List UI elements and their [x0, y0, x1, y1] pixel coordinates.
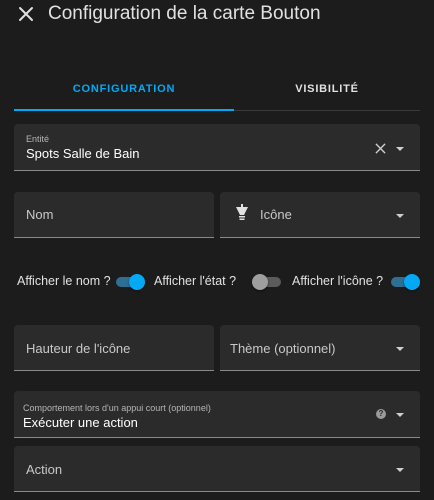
ceiling-light-icon — [236, 204, 248, 220]
show-icon-switch[interactable] — [391, 274, 421, 290]
clear-icon[interactable] — [375, 143, 386, 154]
switch-knob — [404, 274, 420, 290]
chevron-down-icon[interactable] — [396, 214, 404, 218]
theme-placeholder: Thème (optionnel) — [230, 341, 336, 356]
tap-action-picker[interactable]: Comportement lors d'un appui court (opti… — [14, 391, 420, 438]
tab-configuration[interactable]: CONFIGURATION — [14, 66, 234, 110]
dialog-header: Configuration de la carte Bouton — [0, 0, 434, 28]
active-tab-indicator — [14, 109, 234, 111]
icon-picker[interactable]: Icône — [220, 192, 420, 238]
help-icon[interactable]: ? — [376, 409, 386, 419]
name-placeholder: Nom — [26, 207, 54, 222]
entity-picker[interactable]: Entité Spots Salle de Bain — [14, 124, 420, 171]
icon-height-placeholder: Hauteur de l'icône — [26, 341, 131, 356]
icon-height-field[interactable]: Hauteur de l'icône — [14, 325, 214, 371]
name-field[interactable]: Nom — [14, 192, 214, 238]
chevron-down-icon[interactable] — [396, 468, 404, 472]
tab-bar: CONFIGURATION VISIBILITÉ — [14, 66, 420, 111]
entity-label: Entité — [26, 134, 50, 144]
show-icon-label: Afficher l'icône ? — [292, 274, 384, 288]
close-icon[interactable] — [14, 2, 38, 26]
tap-action-label: Comportement lors d'un appui court (opti… — [23, 403, 211, 413]
tap-action-value: Exécuter une action — [23, 415, 138, 430]
theme-picker[interactable]: Thème (optionnel) — [220, 325, 420, 371]
show-state-label: Afficher l'état ? — [154, 274, 237, 288]
switch-knob — [129, 274, 145, 290]
show-name-label: Afficher le nom ? — [17, 274, 111, 288]
tab-visibility[interactable]: VISIBILITÉ — [234, 66, 420, 110]
chevron-down-icon[interactable] — [396, 413, 404, 417]
entity-value: Spots Salle de Bain — [26, 146, 140, 161]
chevron-down-icon[interactable] — [396, 347, 404, 351]
switch-knob — [252, 274, 268, 290]
show-name-switch[interactable] — [116, 274, 146, 290]
dialog-title: Configuration de la carte Bouton — [48, 3, 321, 24]
chevron-down-icon[interactable] — [396, 147, 404, 151]
show-state-switch[interactable] — [252, 274, 283, 290]
action-placeholder: Action — [26, 462, 63, 477]
icon-placeholder: Icône — [260, 207, 292, 222]
action-picker[interactable]: Action — [14, 446, 420, 492]
